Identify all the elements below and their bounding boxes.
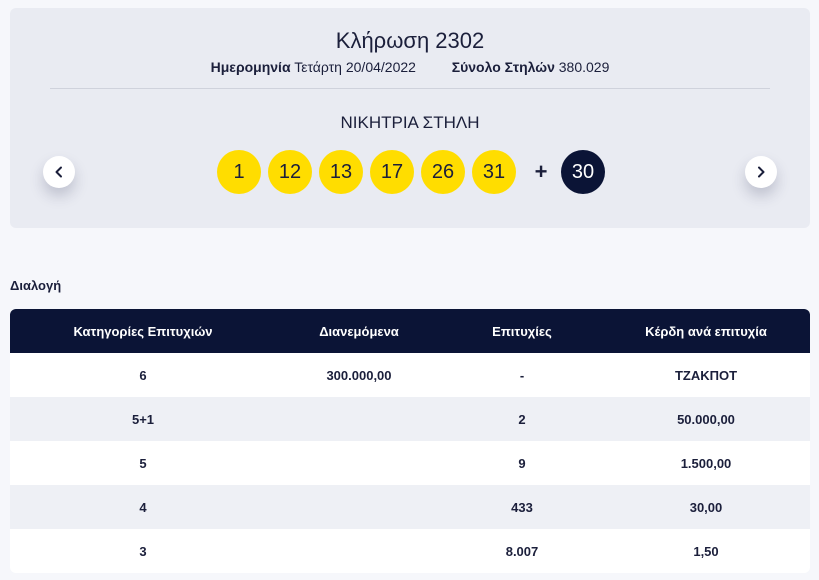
cell-category: 5 (139, 455, 147, 471)
cell-distributed: 300.000,00 (326, 367, 392, 383)
section-label: Διαλογή (10, 278, 62, 293)
table-row: 6 300.000,00 - ΤΖΑΚΠΟΤ (10, 353, 810, 397)
table-row: 5 9 1.500,00 (10, 441, 810, 485)
winning-numbers: 1 12 13 17 26 31 + 30 (217, 150, 605, 194)
columns-value: 380.029 (558, 59, 610, 75)
bonus-ball: 30 (561, 150, 605, 194)
table-row: 4 433 30,00 (10, 485, 810, 529)
header-distributed: Διανεμόμενα (319, 323, 399, 339)
number-ball: 13 (319, 150, 363, 194)
cell-winners: 8.007 (505, 543, 539, 559)
date-value: Τετάρτη 20/04/2022 (294, 59, 416, 75)
number-ball: 12 (268, 150, 312, 194)
cell-prize: ΤΖΑΚΠΟΤ (674, 367, 738, 383)
divider (50, 88, 770, 89)
cell-winners: 9 (518, 455, 526, 471)
cell-winners: - (519, 367, 525, 383)
draw-card: Κλήρωση 2302 Ημερομηνία Τετάρτη 20/04/20… (10, 8, 810, 228)
cell-winners: 2 (518, 411, 526, 427)
cell-category: 6 (139, 367, 147, 383)
date-label: Ημερομηνία (210, 59, 291, 75)
cell-prize: 1,50 (693, 543, 719, 559)
cell-prize: 30,00 (689, 499, 723, 515)
header-winners: Επιτυχίες (492, 323, 552, 339)
cell-winners: 433 (511, 499, 533, 515)
chevron-right-icon (758, 166, 765, 178)
cell-category: 4 (139, 499, 147, 515)
header-prize-per-winner: Κέρδη ανά επιτυχία (645, 323, 767, 339)
columns-label: Σύνολο Στηλών (451, 59, 555, 75)
table-row: 3 8.007 1,50 (10, 529, 810, 573)
cell-prize: 1.500,00 (680, 455, 732, 471)
table-row: 5+1 2 50.000,00 (10, 397, 810, 441)
number-ball: 26 (421, 150, 465, 194)
draw-title: Κλήρωση 2302 (335, 28, 485, 53)
draw-meta: Ημερομηνία Τετάρτη 20/04/2022 Σύνολο Στη… (10, 59, 810, 75)
header-categories: Κατηγορίες Επιτυχιών (73, 323, 213, 339)
number-ball: 31 (472, 150, 516, 194)
cell-category: 5+1 (131, 411, 155, 427)
chevron-left-icon (55, 166, 62, 178)
cell-category: 3 (139, 543, 147, 559)
cell-prize: 50.000,00 (677, 411, 735, 427)
table-header: Κατηγορίες Επιτυχιών Διανεμόμενα Επιτυχί… (10, 309, 810, 353)
number-ball: 1 (217, 150, 261, 194)
next-draw-button[interactable] (745, 156, 777, 188)
plus-sign: + (534, 159, 548, 184)
previous-draw-button[interactable] (43, 156, 75, 188)
prize-table: Κατηγορίες Επιτυχιών Διανεμόμενα Επιτυχί… (10, 309, 810, 573)
number-ball: 17 (370, 150, 414, 194)
winning-title: ΝΙΚΗΤΡΙΑ ΣΤΗΛΗ (340, 113, 480, 132)
